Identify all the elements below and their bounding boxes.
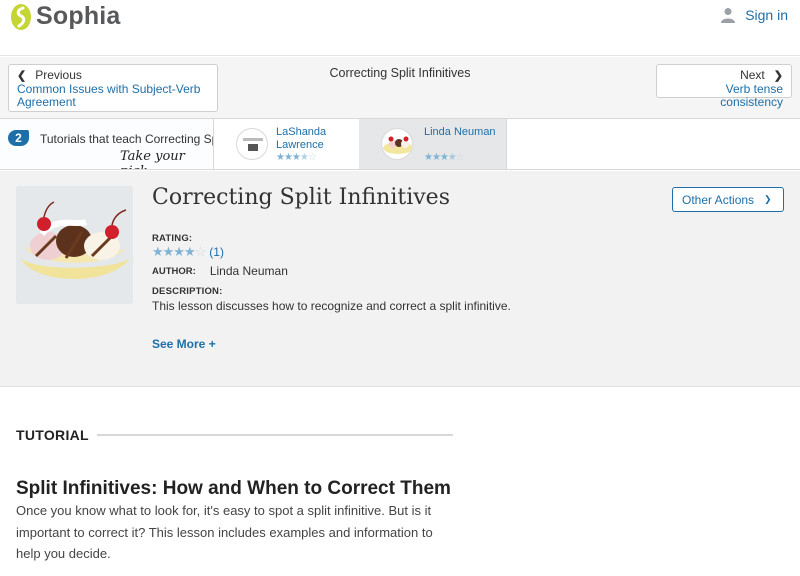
user-icon — [721, 8, 736, 23]
article-title: Split Infinitives: How and When to Corre… — [16, 478, 451, 499]
previous-lesson-link[interactable]: Common Issues with Subject-Verb Agreemen… — [17, 83, 209, 109]
description-label: DESCRIPTION: — [152, 286, 223, 297]
tutorial-author-name: Linda Neuman — [424, 126, 496, 138]
other-actions-label: Other Actions — [682, 192, 755, 207]
tutorial-card-linda[interactable]: Linda Neuman ★★★★☆ — [359, 119, 507, 169]
rating-row: ★★★★☆ (1) — [152, 244, 224, 260]
article-text: Once you know what to look for, it's eas… — [16, 503, 433, 561]
sign-in-button[interactable]: Sign in — [721, 7, 788, 23]
lesson-image — [16, 186, 133, 304]
author-row: AUTHOR: Linda Neuman — [152, 264, 288, 278]
rating-label: RATING: — [152, 233, 193, 244]
site-header: Sophia Sign in — [0, 0, 800, 56]
description-text: This lesson discusses how to recognize a… — [152, 299, 511, 313]
author-name: Linda Neuman — [209, 264, 288, 278]
tutorials-text: Tutorials that teach Correcting Split In… — [40, 132, 213, 146]
tutorial-label: TUTORIAL — [16, 427, 89, 443]
see-more-link[interactable]: See More + — [152, 337, 216, 351]
tutorial-count-badge: 2 — [8, 130, 29, 146]
tutorial-author-name: LaShanda Lawrence — [276, 126, 327, 151]
tutorials-intro: 2 Tutorials that teach Correcting Split … — [0, 119, 214, 169]
sign-in-label: Sign in — [745, 7, 788, 23]
tutorial-section-header: TUTORIAL — [16, 427, 453, 443]
next-button[interactable]: Next ❯ Verb tense consistency — [656, 64, 792, 109]
next-lesson-link[interactable]: Verb tense consistency — [665, 83, 783, 109]
author-label: AUTHOR: — [152, 266, 196, 277]
rating-count[interactable]: (1) — [209, 245, 224, 259]
sophia-logo[interactable]: Sophia — [10, 2, 121, 31]
author-thumbnail — [381, 128, 413, 160]
tutorial-card-lashanda[interactable]: LaShanda Lawrence ★★★★☆ — [214, 119, 362, 169]
tutorials-strip: 2 Tutorials that teach Correcting Split … — [0, 118, 800, 170]
rating-stars: ★★★★☆ — [152, 244, 206, 259]
logo-text: Sophia — [36, 2, 121, 30]
author-thumbnail — [236, 128, 268, 160]
next-label-row: Next ❯ — [665, 68, 783, 82]
chevron-right-icon: ❯ — [773, 69, 783, 82]
divider — [96, 434, 453, 436]
next-label: Next — [740, 68, 765, 82]
tutorial-rating-stars: ★★★★☆ — [424, 152, 465, 163]
sophia-logo-icon — [11, 3, 31, 30]
lesson-header: Correcting Split Infinitives Other Actio… — [0, 171, 800, 387]
take-your-pick-text: Take your pick: — [120, 149, 185, 169]
banana-split-image — [16, 186, 133, 304]
other-actions-button[interactable]: Other Actions ❯ — [672, 187, 784, 212]
banana-split-icon — [383, 136, 412, 154]
tutorial-rating-stars: ★★★★☆ — [276, 152, 317, 163]
chevron-down-icon: ❯ — [764, 194, 772, 204]
author-logo-icon — [243, 138, 263, 151]
lesson-title: Correcting Split Infinitives — [152, 185, 450, 210]
lesson-navigation: ❮ Previous Common Issues with Subject-Ve… — [0, 57, 800, 118]
